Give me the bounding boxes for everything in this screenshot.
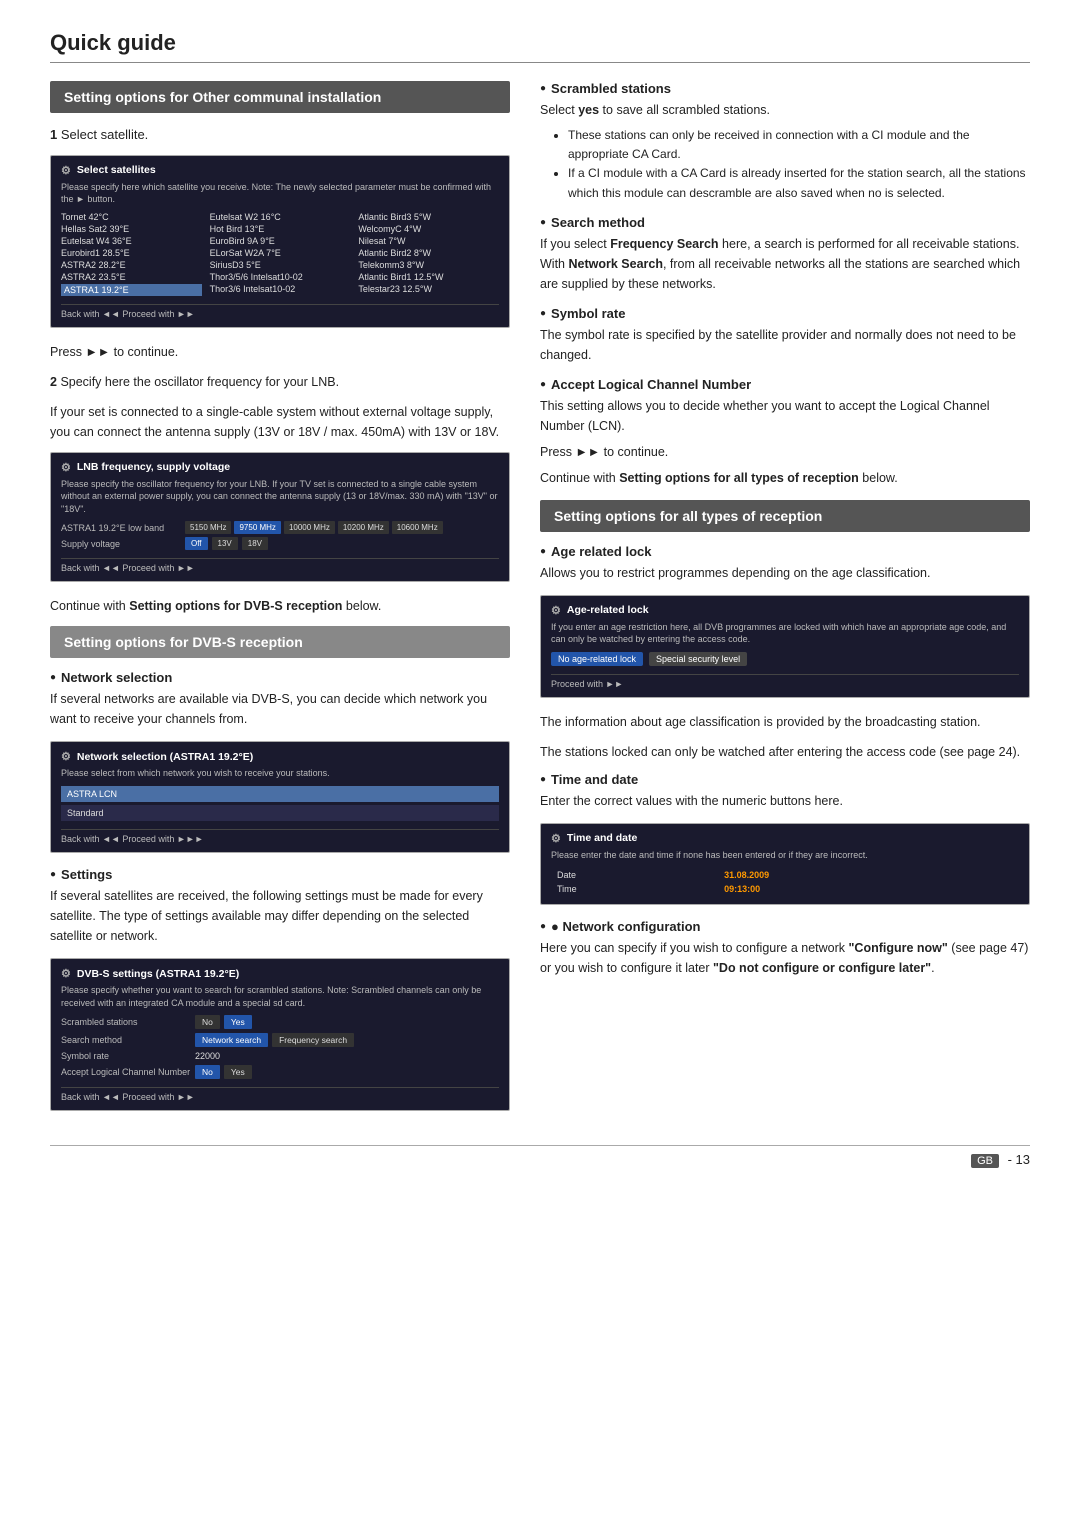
gear-icon-6: ⚙ (551, 832, 561, 845)
scrambled-section: Scrambled stations Select yes to save al… (540, 81, 1030, 203)
press-continue-2: Press ►► to continue. (540, 442, 1030, 462)
gear-icon: ⚙ (61, 164, 71, 177)
scrambled-intro: Select yes to save all scrambled station… (540, 100, 1030, 120)
scrambled-bullet-2: If a CI module with a CA Card is already… (568, 164, 1030, 202)
satellite-grid: Tornet 42°CEutelsat W2 16°CAtlantic Bird… (61, 212, 499, 296)
screen-lnb-frequency: ⚙ LNB frequency, supply voltage Please s… (50, 452, 510, 583)
search-method-text: If you select Frequency Search here, a s… (540, 234, 1030, 294)
lnb-freq-row: ASTRA1 19.2°E low band 5150 MHz 9750 MHz… (61, 521, 499, 534)
symbol-rate-text: The symbol rate is specified by the sate… (540, 325, 1030, 365)
left-column: Setting options for Other communal insta… (50, 81, 510, 1125)
page-title: Quick guide (50, 30, 1030, 63)
symbol-rate-section: Symbol rate The symbol rate is specified… (540, 306, 1030, 365)
special-security-btn[interactable]: Special security level (649, 652, 747, 666)
time-date-text: Enter the correct values with the numeri… (540, 791, 1030, 811)
gb-badge: GB (971, 1154, 999, 1168)
page-number-bar: GB - 13 (50, 1145, 1030, 1168)
search-method-title: Search method (540, 215, 1030, 230)
age-info-text-2: The stations locked can only be watched … (540, 742, 1030, 762)
step2: 2 Specify here the oscillator frequency … (50, 372, 510, 392)
step1: 1 Select satellite. (50, 125, 510, 145)
gear-icon-2: ⚙ (61, 461, 71, 474)
single-cable-text: If your set is connected to a single-cab… (50, 402, 510, 442)
network-config-section: ● Network configuration Here you can spe… (540, 919, 1030, 978)
screen-time-date: ⚙ Time and date Please enter the date an… (540, 823, 1030, 905)
search-method-row: Search method Network search Frequency s… (61, 1033, 499, 1047)
accept-lcn-title: Accept Logical Channel Number (540, 377, 1030, 392)
right-column: Scrambled stations Select yes to save al… (540, 81, 1030, 1125)
section3-header: Setting options for all types of recepti… (540, 500, 1030, 532)
screen-age-lock: ⚙ Age-related lock If you enter an age r… (540, 595, 1030, 698)
time-date-title: Time and date (540, 772, 1030, 787)
age-lock-title: Age related lock (540, 544, 1030, 559)
scrambled-title: Scrambled stations (540, 81, 1030, 96)
press-continue-1: Press ►► to continue. (50, 342, 510, 362)
time-date-section: Time and date Enter the correct values w… (540, 772, 1030, 811)
network-selection-title: Network selection (50, 670, 510, 685)
accept-lcn-section: Accept Logical Channel Number This setti… (540, 377, 1030, 488)
continue-dvbs-text: Continue with Setting options for DVB-S … (50, 596, 510, 616)
network-selection-section: Network selection If several networks ar… (50, 670, 510, 729)
settings-title: Settings (50, 867, 510, 882)
age-lock-buttons: No age-related lock Special security lev… (551, 652, 1019, 666)
age-lock-section: Age related lock Allows you to restrict … (540, 544, 1030, 583)
network-selection-text: If several networks are available via DV… (50, 689, 510, 729)
symbol-rate-title: Symbol rate (540, 306, 1030, 321)
age-info-text-1: The information about age classification… (540, 712, 1030, 732)
network-config-title: ● Network configuration (540, 919, 1030, 934)
continue-all-text: Continue with Setting options for all ty… (540, 468, 1030, 488)
supply-voltage-row: Supply voltage Off 13V 18V (61, 537, 499, 550)
section1-header: Setting options for Other communal insta… (50, 81, 510, 113)
search-method-section: Search method If you select Frequency Se… (540, 215, 1030, 294)
screen-network-selection: ⚙ Network selection (ASTRA1 19.2°E) Plea… (50, 741, 510, 853)
gear-icon-3: ⚙ (61, 750, 71, 763)
gear-icon-5: ⚙ (551, 604, 561, 617)
time-date-table: Date 31.08.2009 Time 09:13:00 (551, 868, 1019, 896)
time-row: Time 09:13:00 (551, 882, 1019, 896)
network-config-text: Here you can specify if you wish to conf… (540, 938, 1030, 978)
freq-buttons: 5150 MHz 9750 MHz 10000 MHz 10200 MHz 10… (185, 521, 443, 534)
scrambled-stations-row: Scrambled stations No Yes (61, 1015, 499, 1029)
age-lock-text: Allows you to restrict programmes depend… (540, 563, 1030, 583)
date-row: Date 31.08.2009 (551, 868, 1019, 882)
scrambled-bullet-1: These stations can only be received in c… (568, 126, 1030, 164)
accept-lcn-row: Accept Logical Channel Number No Yes (61, 1065, 499, 1079)
network-item-astra: ASTRA LCN (61, 786, 499, 802)
gear-icon-4: ⚙ (61, 967, 71, 980)
network-item-standard: Standard (61, 805, 499, 821)
screen-dvbs-settings: ⚙ DVB-S settings (ASTRA1 19.2°E) Please … (50, 958, 510, 1111)
settings-section: Settings If several satellites are recei… (50, 867, 510, 946)
accept-lcn-text: This setting allows you to decide whethe… (540, 396, 1030, 436)
scrambled-bullets: These stations can only be received in c… (558, 126, 1030, 203)
no-age-lock-btn[interactable]: No age-related lock (551, 652, 643, 666)
section2-header: Setting options for DVB-S reception (50, 626, 510, 658)
screen-select-satellites: ⚙ Select satellites Please specify here … (50, 155, 510, 328)
symbol-rate-row: Symbol rate 22000 (61, 1051, 499, 1061)
settings-text: If several satellites are received, the … (50, 886, 510, 946)
